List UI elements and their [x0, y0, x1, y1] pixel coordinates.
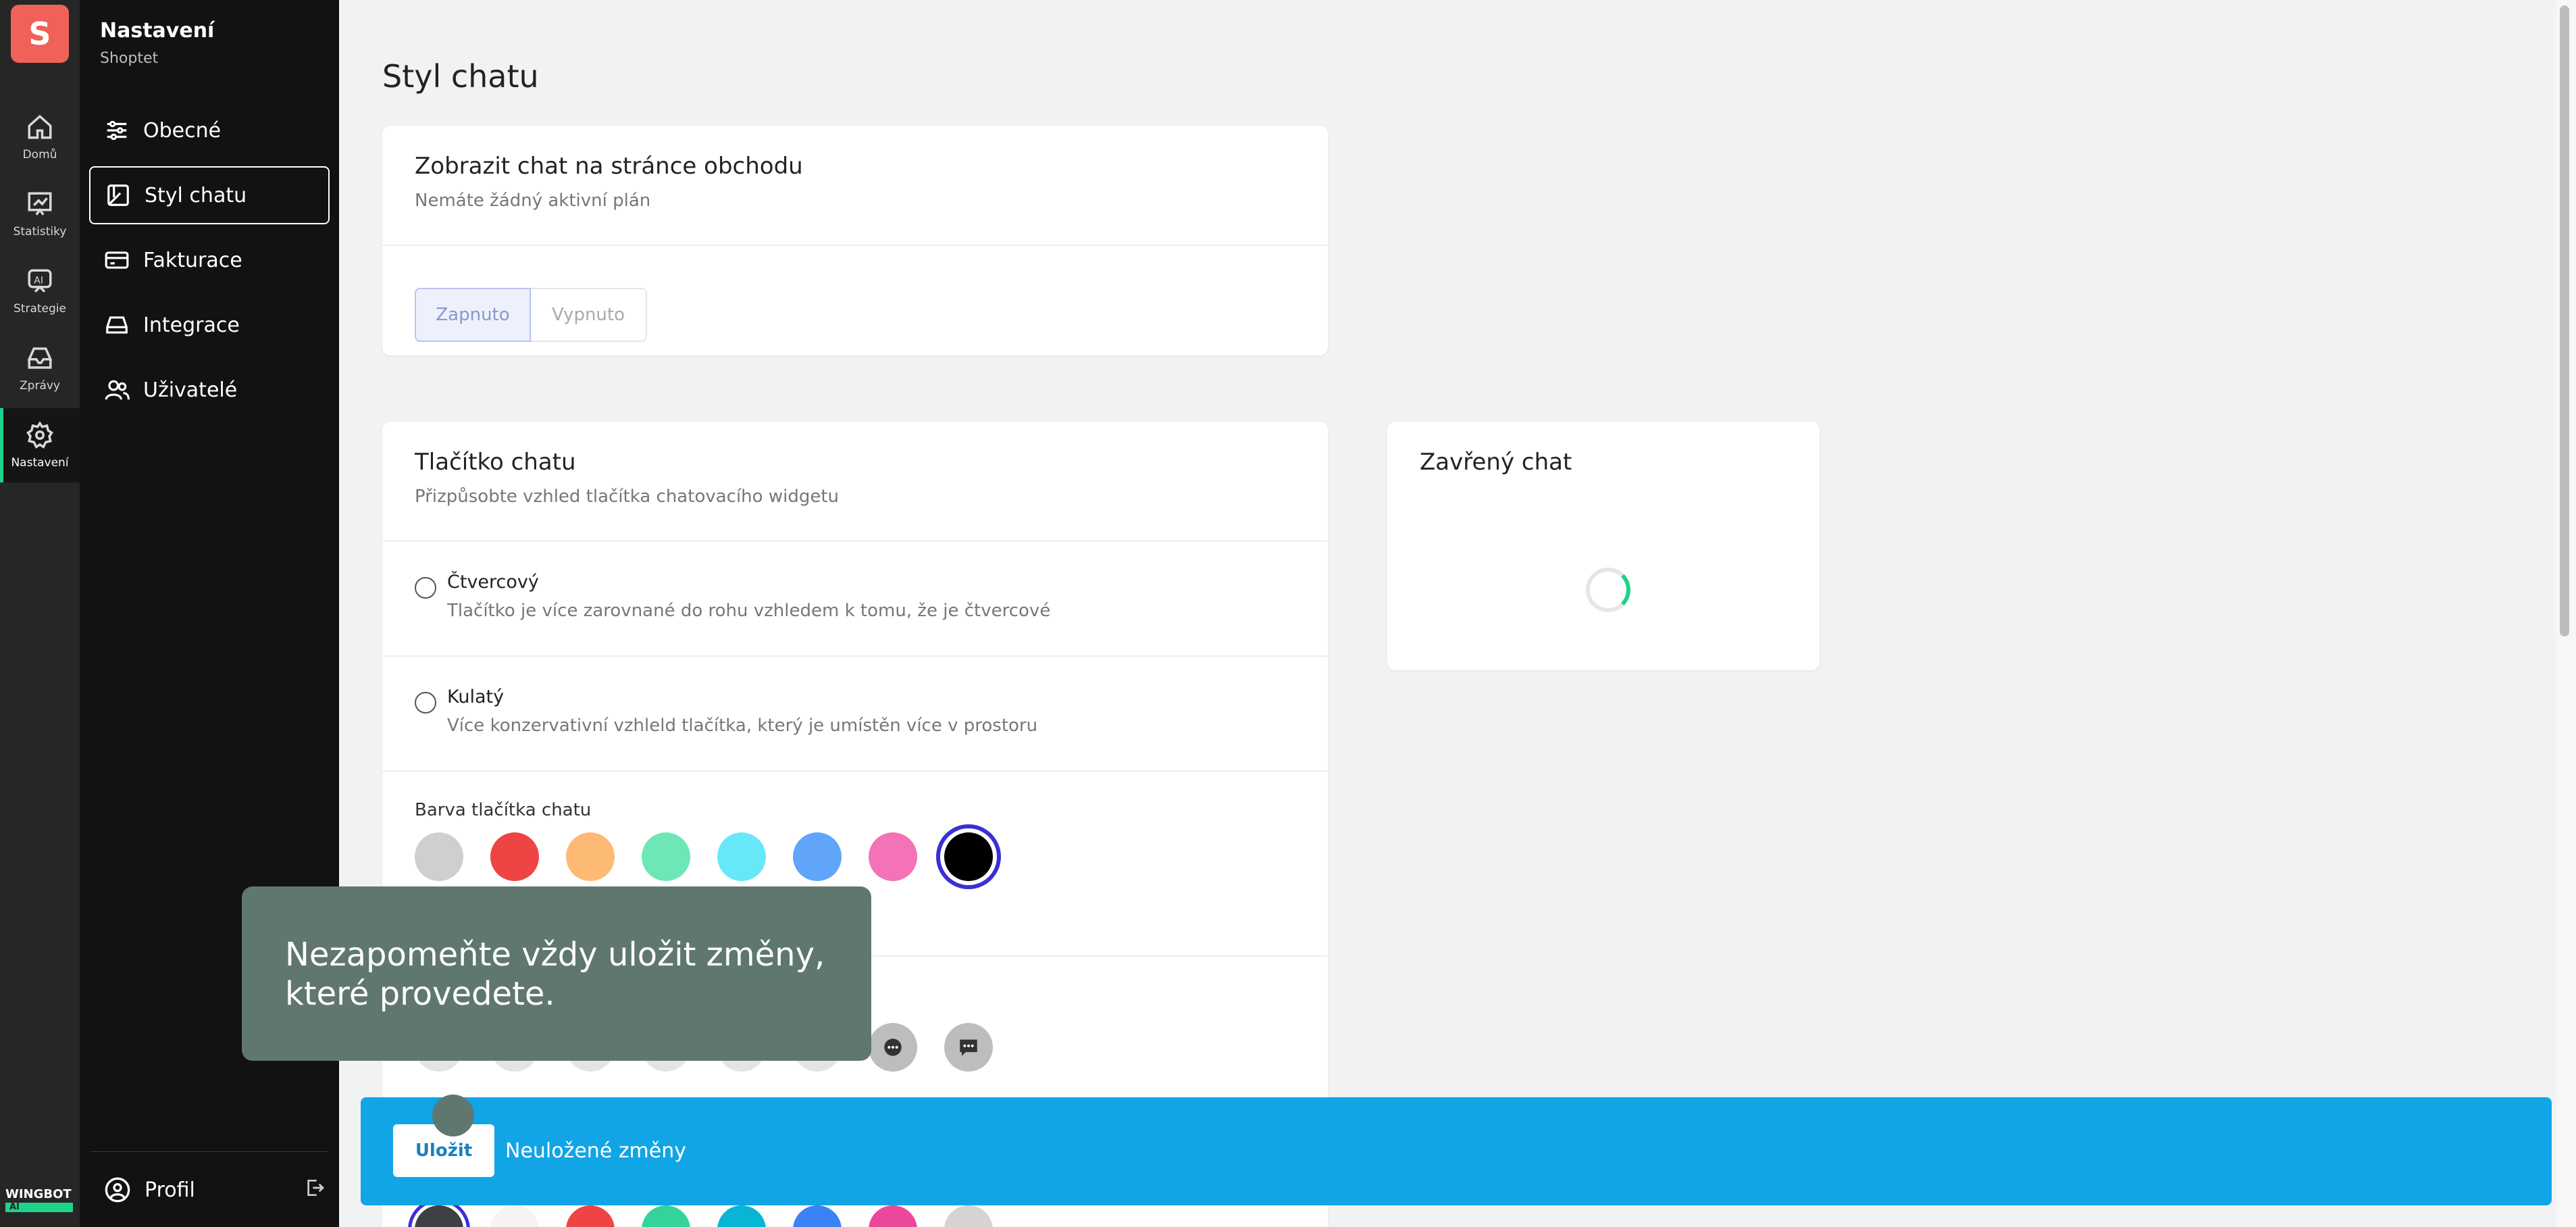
home-icon — [28, 114, 52, 139]
scrollbar-thumb[interactable] — [2560, 5, 2569, 636]
secondary-swatch[interactable] — [490, 1205, 539, 1227]
radio-square[interactable] — [415, 577, 436, 599]
sidebar-item-label: Uživatelé — [143, 378, 238, 402]
tooltip-pointer-dot — [432, 1095, 474, 1136]
radio-round[interactable] — [415, 692, 436, 713]
ai-icon: AI — [28, 269, 52, 293]
card-title: Zavřený chat — [1420, 449, 1572, 476]
sidebar-item-users[interactable]: Uživatelé — [89, 361, 330, 419]
option-desc: Více konzervativní vzhleld tlačítka, kte… — [447, 716, 1038, 736]
drive-icon — [106, 316, 128, 334]
show-chat-toggle: Zapnuto Vypnuto — [415, 288, 647, 342]
rail-item-messages[interactable]: Zprávy — [0, 331, 80, 405]
rail-label: Nastavení — [11, 456, 69, 470]
color-swatch-cyan[interactable] — [717, 832, 766, 881]
rail-label: Domů — [22, 148, 57, 161]
secondary-swatch[interactable] — [566, 1205, 615, 1227]
save-bar: Uložit Neuložené změny — [361, 1097, 2552, 1205]
card-icon — [105, 251, 129, 269]
sidebar-item-chat-style[interactable]: Styl chatu — [89, 166, 330, 224]
color-swatch-pink[interactable] — [869, 832, 917, 881]
secondary-swatch[interactable] — [415, 1205, 463, 1227]
color-swatch-green[interactable] — [642, 832, 690, 881]
color-swatches — [415, 832, 993, 881]
sidebar-subtitle: Shoptet — [100, 50, 159, 67]
secondary-swatch[interactable] — [944, 1205, 993, 1227]
chat-icon-option[interactable] — [869, 1023, 917, 1072]
card-title: Zobrazit chat na stránce obchodu — [415, 153, 803, 180]
profile-label: Profil — [145, 1178, 195, 1202]
option-round[interactable]: Kulatý Více konzervativní vzhleld tlačít… — [415, 686, 1037, 736]
secondary-color-swatches — [415, 1205, 993, 1227]
color-swatch-orange[interactable] — [566, 832, 615, 881]
card-title: Tlačítko chatu — [415, 449, 576, 476]
chat-bubble-icon — [884, 1038, 902, 1056]
sidebar-item-general[interactable]: Obecné — [89, 101, 330, 159]
rail-item-settings[interactable]: Nastavení — [0, 408, 80, 482]
color-swatch-black[interactable] — [944, 832, 993, 881]
sidebar-divider — [91, 1151, 328, 1152]
sidebar-item-integrations[interactable]: Integrace — [89, 296, 330, 354]
page-title: Styl chatu — [382, 58, 539, 95]
rail-label: Statistiky — [13, 225, 67, 239]
secondary-swatch[interactable] — [642, 1205, 690, 1227]
page-scrollbar[interactable] — [2556, 0, 2576, 1227]
divider — [382, 770, 1328, 772]
color-label: Barva tlačítka chatu — [415, 800, 592, 820]
user-circle-icon — [105, 1177, 130, 1203]
rail-item-stats[interactable]: Statistiky — [0, 177, 80, 251]
sidebar-item-label: Integrace — [143, 313, 240, 337]
divider — [382, 245, 1328, 246]
sidebar-item-label: Fakturace — [143, 248, 242, 272]
option-desc: Tlačítko je více zarovnané do rohu vzhle… — [447, 601, 1051, 621]
secondary-swatch[interactable] — [793, 1205, 842, 1227]
secondary-swatch[interactable] — [717, 1205, 766, 1227]
profile-link[interactable]: Profil — [104, 1173, 327, 1207]
sidebar-item-billing[interactable]: Fakturace — [89, 231, 330, 289]
sliders-icon — [107, 120, 127, 141]
chat-square-icon — [960, 1039, 977, 1056]
app-rail: S Domů Statistiky AI Strategie Zprávy Na… — [0, 0, 80, 1227]
svg-text:AI: AI — [34, 276, 43, 286]
onboarding-tooltip: Nezapomeňte vždy uložit změny, které pro… — [242, 886, 871, 1061]
color-swatch-gray[interactable] — [415, 832, 463, 881]
option-title: Kulatý — [447, 686, 505, 707]
chat-icon-option[interactable] — [944, 1023, 993, 1072]
inbox-icon — [27, 347, 53, 369]
users-icon — [105, 380, 130, 400]
toggle-off-button[interactable]: Vypnuto — [531, 288, 647, 342]
sidebar-title: Nastavení — [100, 19, 215, 43]
brand-sub: AI — [5, 1203, 73, 1212]
wingbot-logo: WINGBOT AI — [5, 1188, 74, 1216]
closed-chat-card: Zavřený chat — [1387, 422, 1820, 670]
loading-spinner-icon — [1586, 568, 1630, 612]
palette-icon — [107, 184, 129, 206]
brand-text: WINGBOT — [5, 1187, 72, 1201]
rail-label: Strategie — [14, 302, 66, 316]
rail-item-home[interactable]: Domů — [0, 100, 80, 174]
sidebar-item-label: Styl chatu — [145, 183, 247, 207]
chart-icon — [28, 192, 52, 216]
card-subtitle: Nemáte žádný aktivní plán — [415, 191, 651, 211]
logout-icon — [307, 1180, 324, 1196]
divider — [382, 541, 1328, 542]
sidebar-item-label: Obecné — [143, 118, 222, 143]
option-title: Čtvercový — [447, 572, 539, 593]
logout-button[interactable] — [304, 1177, 326, 1201]
toggle-on-button[interactable]: Zapnuto — [415, 288, 531, 342]
color-swatch-red[interactable] — [490, 832, 539, 881]
show-chat-card: Zobrazit chat na stránce obchodu Nemáte … — [382, 126, 1328, 355]
divider — [382, 655, 1328, 657]
gear-icon — [26, 421, 53, 449]
rail-label: Zprávy — [20, 379, 60, 393]
rail-item-strategy[interactable]: AI Strategie — [0, 254, 80, 328]
option-square[interactable]: Čtvercový Tlačítko je více zarovnané do … — [415, 572, 1050, 621]
card-subtitle: Přizpůsobte vzhled tlačítka chatovacího … — [415, 486, 839, 507]
unsaved-status: Neuložené změny — [505, 1139, 687, 1163]
secondary-swatch[interactable] — [869, 1205, 917, 1227]
color-swatch-blue[interactable] — [793, 832, 842, 881]
app-logo[interactable]: S — [11, 5, 69, 63]
